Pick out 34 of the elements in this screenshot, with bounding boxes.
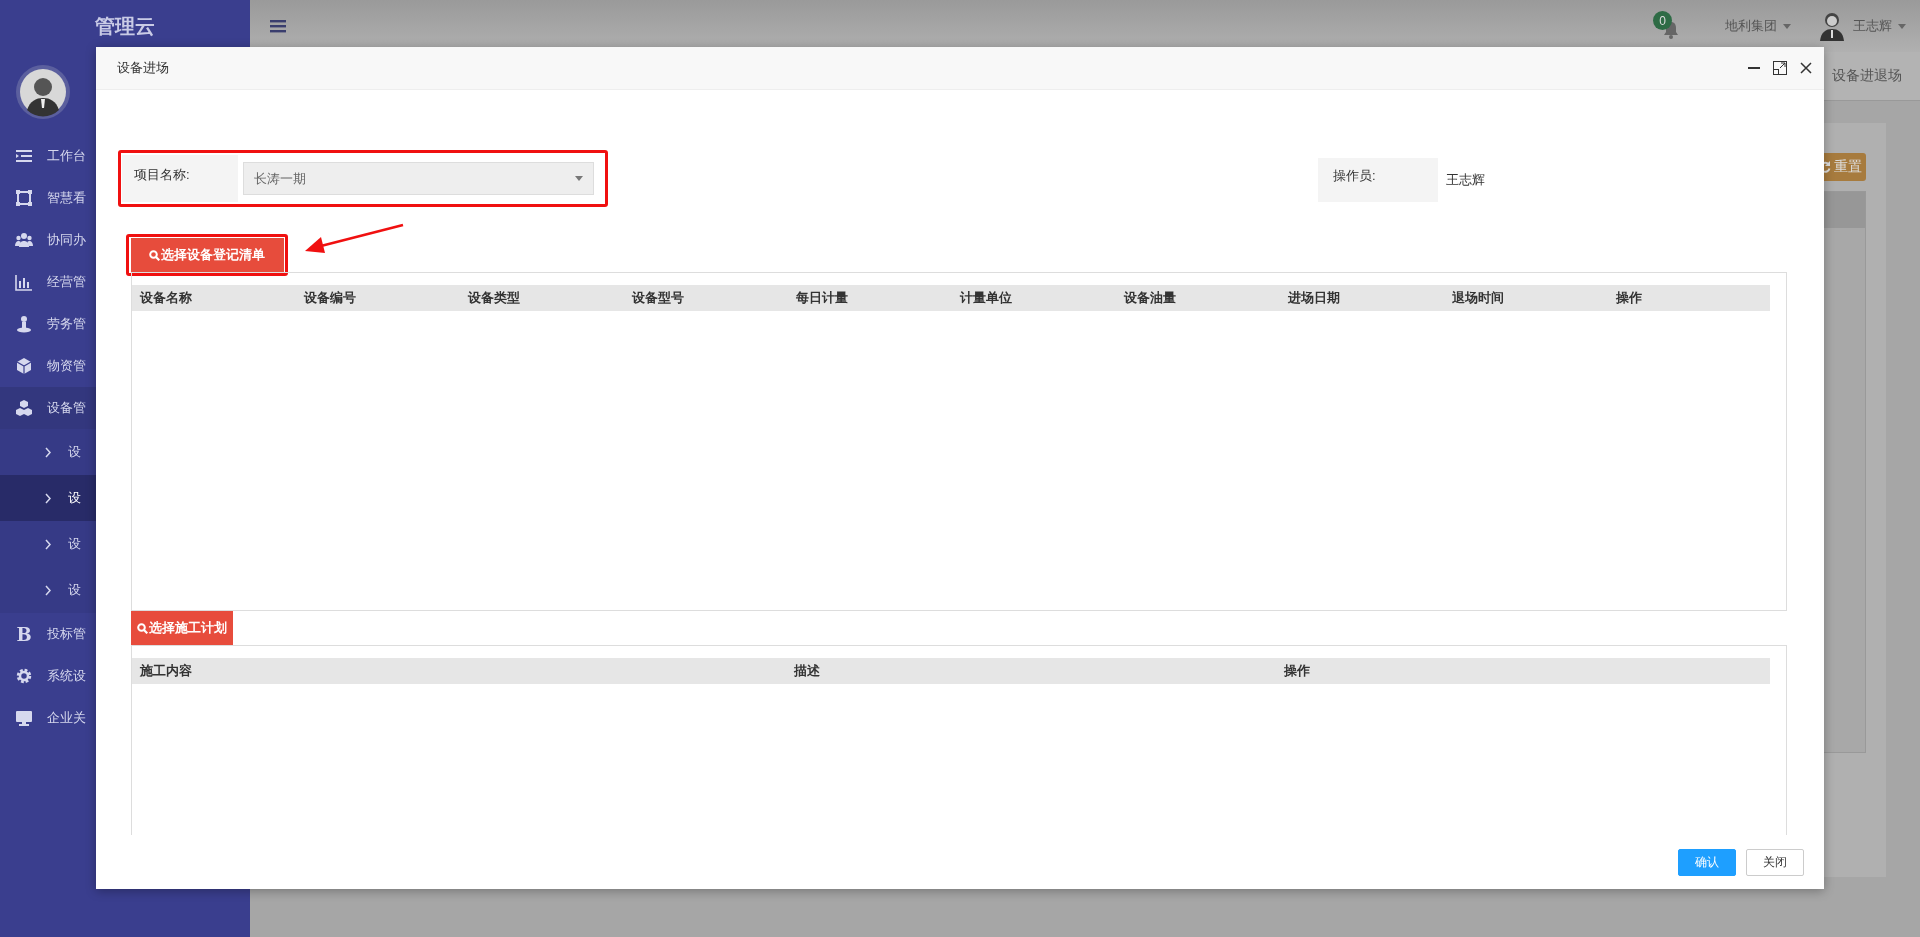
column-header: 设备油量 xyxy=(1123,289,1177,307)
sidebar-item-label: 物资管 xyxy=(47,357,86,375)
sidebar-item-label: 工作台 xyxy=(47,147,86,165)
field-value: 王志辉 xyxy=(1446,171,1485,189)
sidebar-subitem-label: 设 xyxy=(68,535,81,553)
letter-icon: B xyxy=(15,623,33,645)
column-header: 操作 xyxy=(1283,662,1311,680)
sidebar-item-label: 劳务管 xyxy=(47,315,86,333)
sidebar-subitem-label: 设 xyxy=(68,443,81,461)
column-header: 每日计量 xyxy=(795,289,849,307)
sidebar-item-label: 系统设 xyxy=(47,667,86,685)
sidebar-subitem-label: 设 xyxy=(68,489,81,507)
column-header: 计量单位 xyxy=(959,289,1013,307)
column-header: 描述 xyxy=(793,662,821,680)
field-label: 操作员: xyxy=(1318,158,1438,202)
sidebar-item-label: 智慧看 xyxy=(47,189,86,207)
sidebar-item-label: 投标管 xyxy=(47,625,86,643)
notification-badge: 0 xyxy=(1653,11,1672,30)
column-header: 操作 xyxy=(1615,289,1643,307)
sidebar-item-label: 设备管 xyxy=(47,399,86,417)
column-header: 施工内容 xyxy=(139,662,193,680)
column-header: 进场日期 xyxy=(1287,289,1341,307)
column-header: 退场时间 xyxy=(1451,289,1505,307)
sidebar-item-label: 经营管 xyxy=(47,273,86,291)
sidebar-item-label: 协同办 xyxy=(47,231,86,249)
column-header: 设备型号 xyxy=(631,289,685,307)
column-header: 设备编号 xyxy=(303,289,357,307)
dialog-title: 设备进场 xyxy=(117,59,170,77)
column-header: 设备类型 xyxy=(467,289,521,307)
field-label: 项目名称: xyxy=(122,155,238,202)
sidebar-subitem-label: 设 xyxy=(68,581,81,599)
sidebar-item-label: 企业关 xyxy=(47,709,86,727)
column-header: 设备名称 xyxy=(139,289,193,307)
app-logo-text: 管理云 xyxy=(95,13,155,39)
